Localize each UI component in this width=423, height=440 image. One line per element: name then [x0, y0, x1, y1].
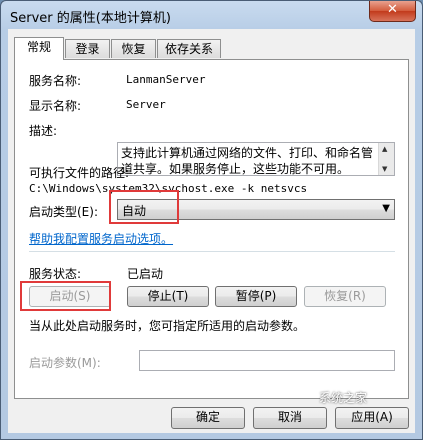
dropdown-arrow-icon: ▼ [382, 203, 390, 214]
startup-type-label: 启动类型(E): [29, 205, 98, 219]
startup-type-value: 自动 [122, 204, 147, 218]
start-params-hint: 当从此处启动服务时，您可指定所适用的启动参数。 [29, 319, 306, 333]
ok-button[interactable]: 确定 [171, 407, 245, 429]
cancel-button[interactable]: 取消 [253, 407, 327, 429]
pause-button[interactable]: 暂停(P) [215, 286, 297, 307]
ok-button-label: 确定 [195, 410, 220, 424]
pause-button-label: 暂停(P) [235, 289, 277, 303]
service-status-value: 已启动 [127, 267, 164, 281]
start-params-label: 启动参数(M): [29, 356, 101, 370]
tab-general-label: 常规 [26, 40, 51, 54]
properties-dialog: Server 的属性(本地计算机) ✕ 常规 登录 恢复 依存关系 服务名称: … [0, 0, 423, 440]
resume-button-label: 恢复(R) [324, 289, 366, 303]
service-name-value: LanmanServer [126, 73, 206, 86]
service-name-label: 服务名称: [29, 74, 82, 88]
tab-general[interactable]: 常规 [14, 37, 64, 60]
dialog-client: 常规 登录 恢复 依存关系 服务名称: LanmanServer 显示名称: S… [8, 29, 415, 433]
watermark-logo: 系统之家 [319, 391, 368, 405]
cancel-button-label: 取消 [277, 410, 302, 424]
description-text: 支持此计算机通过网络的文件、打印、和命名管道共享。如果服务停止，这些功能不可用。 [121, 146, 374, 176]
startup-type-select[interactable]: 自动 ▼ [117, 199, 395, 220]
start-button[interactable]: 启动(S) [29, 286, 111, 307]
help-configure-link[interactable]: 帮助我配置服务启动选项。 [29, 230, 173, 247]
stop-button-label: 停止(T) [147, 289, 189, 303]
tab-dependencies[interactable]: 依存关系 [157, 39, 221, 58]
start-params-input[interactable] [139, 350, 395, 371]
description-box[interactable]: 支持此计算机通过网络的文件、打印、和命名管道共享。如果服务停止，这些功能不可用。… [117, 142, 395, 176]
resume-button[interactable]: 恢复(R) [304, 286, 386, 307]
scroll-up-icon[interactable]: ▲ [382, 145, 387, 153]
apply-button[interactable]: 应用(A) [335, 407, 409, 429]
service-status-label: 服务状态: [29, 267, 82, 281]
close-icon: ✕ [387, 2, 398, 17]
apply-button-label: 应用(A) [351, 410, 393, 424]
start-button-label: 启动(S) [49, 289, 91, 303]
path-value: C:\Windows\system32\svchost.exe -k netsv… [29, 182, 308, 195]
path-label: 可执行文件的路径: [29, 166, 130, 180]
display-name-value: Server [126, 98, 166, 111]
description-label: 描述: [29, 124, 58, 138]
tab-dependencies-label: 依存关系 [164, 42, 213, 56]
stop-button[interactable]: 停止(T) [127, 286, 209, 307]
tab-recovery-label: 恢复 [121, 42, 146, 56]
window-title: Server 的属性(本地计算机) [10, 11, 171, 26]
title-bar[interactable]: Server 的属性(本地计算机) ✕ [1, 1, 422, 29]
general-tab-panel: 服务名称: LanmanServer 显示名称: Server 描述: 支持此计… [14, 59, 409, 399]
tab-logon[interactable]: 登录 [65, 39, 110, 58]
scroll-down-icon[interactable]: ▼ [382, 165, 387, 173]
description-scrollbar[interactable]: ▲ ▼ [378, 143, 394, 175]
section-divider [29, 251, 395, 252]
display-name-label: 显示名称: [29, 99, 82, 113]
close-button[interactable]: ✕ [369, 1, 416, 22]
tab-logon-label: 登录 [75, 42, 100, 56]
tab-recovery[interactable]: 恢复 [111, 39, 156, 58]
